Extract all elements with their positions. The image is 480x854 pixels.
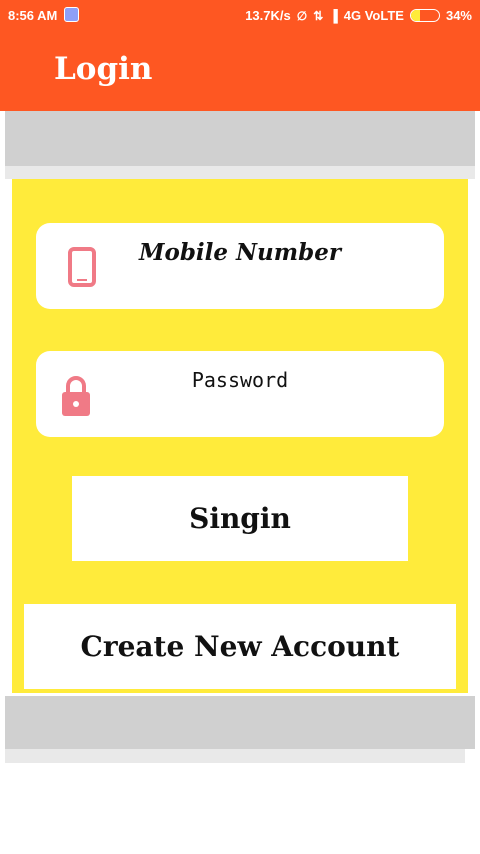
password-label: Password (191, 368, 289, 392)
mute-icon: ∅ (296, 8, 308, 23)
network-speed: 13.7K/s (245, 8, 291, 23)
create-account-button[interactable]: Create New Account (24, 604, 456, 689)
top-gray-frame (5, 111, 475, 166)
battery-fill (410, 10, 421, 21)
status-time: 8:56 AM (8, 8, 58, 23)
battery-icon (409, 9, 440, 22)
status-right: 13.7K/s ∅ ⇅ ▐ 4G VoLTE 34% (245, 8, 472, 23)
network-type: 4G VoLTE (343, 8, 404, 23)
bottom-gray-strip (5, 749, 465, 763)
bottom-gray-frame (5, 696, 475, 749)
login-panel: Mobile Number Password Singin Create New… (12, 179, 468, 693)
data-transfer-icon: ⇅ (313, 8, 324, 23)
battery-percent: 34% (445, 8, 472, 23)
signin-button[interactable]: Singin (72, 476, 408, 561)
mobile-number-field[interactable]: Mobile Number (36, 223, 444, 309)
page-title: Login (54, 51, 153, 87)
status-bar: 8:56 AM 13.7K/s ∅ ⇅ ▐ 4G VoLTE 34% (0, 0, 480, 30)
mobile-number-label: Mobile Number (139, 239, 341, 266)
signal-icon: ▐ (329, 8, 338, 23)
app-header: 8:56 AM 13.7K/s ∅ ⇅ ▐ 4G VoLTE 34% Login (0, 0, 480, 111)
password-field[interactable]: Password (36, 351, 444, 437)
notification-icon (64, 7, 79, 22)
top-gray-strip (5, 166, 475, 179)
